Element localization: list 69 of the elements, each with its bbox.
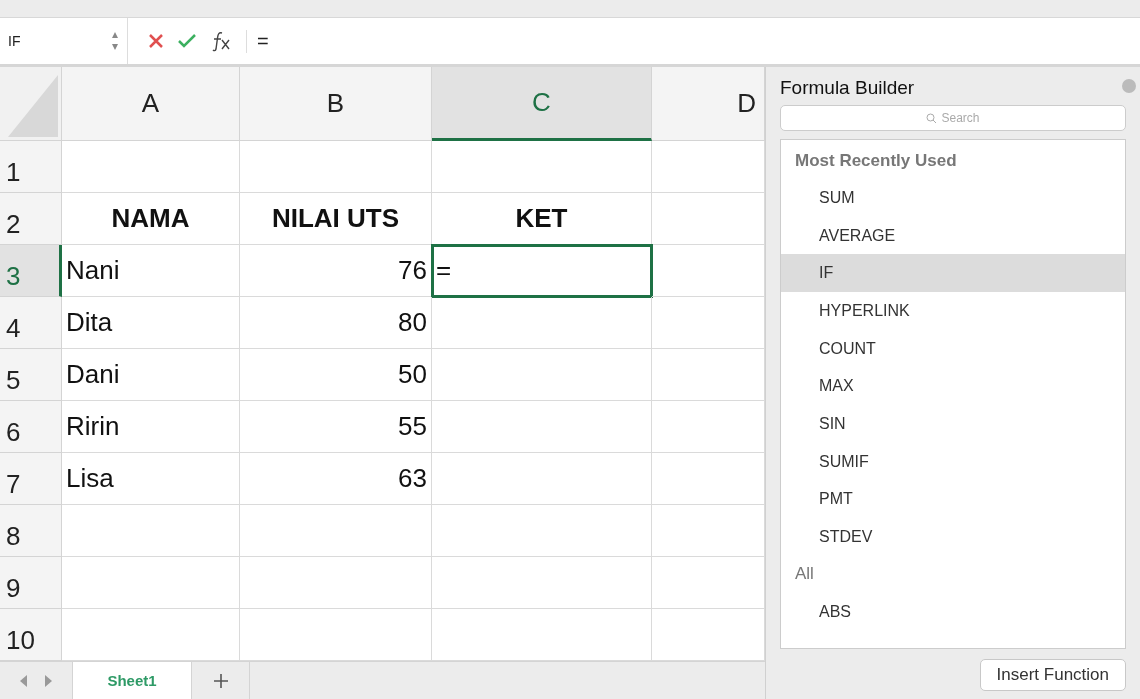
plus-icon [213, 673, 228, 688]
row-header[interactable]: 4 [0, 297, 62, 349]
table-cell[interactable]: Dani [62, 349, 240, 401]
row-header[interactable]: 7 [0, 453, 62, 505]
function-item[interactable]: AVERAGE [781, 216, 1125, 255]
row-header[interactable]: 9 [0, 557, 62, 609]
table-cell[interactable] [240, 141, 432, 193]
table-cell[interactable] [62, 505, 240, 557]
row-header[interactable]: 8 [0, 505, 62, 557]
table-cell[interactable]: NILAI UTS [240, 193, 432, 245]
table-cell[interactable] [432, 505, 652, 557]
table-cell[interactable]: 76 [240, 245, 432, 297]
table-cell[interactable] [62, 557, 240, 609]
function-item[interactable]: SUM [781, 179, 1125, 217]
table-cell[interactable] [240, 505, 432, 557]
search-icon [926, 112, 938, 124]
insert-function-button[interactable]: Insert Function [979, 659, 1126, 691]
table-cell[interactable] [62, 141, 240, 193]
active-cell[interactable]: = [432, 245, 652, 297]
table-cell[interactable]: NAMA [62, 193, 240, 245]
select-all-corner[interactable] [0, 67, 62, 141]
table-cell[interactable]: KET [432, 193, 652, 245]
table-cell[interactable]: Dita [62, 297, 240, 349]
row-header[interactable]: 2 [0, 193, 62, 245]
scroll-right-icon[interactable] [44, 674, 52, 687]
table-cell[interactable]: 50 [240, 349, 432, 401]
function-item[interactable]: MAX [781, 367, 1125, 406]
table-cell[interactable]: Nani [62, 245, 240, 297]
row-header[interactable]: 3 [0, 245, 62, 297]
close-icon[interactable] [1122, 79, 1136, 93]
cancel-icon[interactable] [148, 33, 164, 49]
function-item[interactable]: HYPERLINK [781, 292, 1125, 330]
check-icon[interactable] [178, 34, 196, 48]
name-box[interactable]: IF [0, 18, 128, 64]
category-label: Most Recently Used [794, 149, 958, 172]
function-item[interactable]: ABS [781, 592, 1125, 631]
row-header[interactable]: 10 [0, 609, 62, 661]
column-header[interactable]: A [62, 67, 240, 141]
function-item[interactable]: COUNT [781, 329, 1125, 368]
table-cell[interactable]: Lisa [62, 453, 240, 505]
column-header[interactable]: C [432, 67, 652, 141]
table-cell[interactable]: 55 [240, 401, 432, 453]
table-cell[interactable] [432, 141, 652, 193]
function-item[interactable]: SUMIF [781, 442, 1125, 481]
table-cell[interactable]: Ririn [62, 401, 240, 453]
formula-input[interactable]: = [246, 29, 269, 53]
row-header[interactable]: 6 [0, 401, 62, 453]
table-cell[interactable] [240, 557, 432, 609]
table-cell[interactable] [432, 557, 652, 609]
sheet-tab[interactable]: Sheet1 [72, 662, 192, 699]
table-cell[interactable] [432, 297, 652, 349]
stepper-icon[interactable] [111, 31, 119, 51]
panel-title: Formula Builder [780, 77, 916, 99]
function-item[interactable]: SIN [781, 405, 1125, 443]
row-header[interactable]: 5 [0, 349, 62, 401]
function-item[interactable]: PMT [781, 480, 1125, 519]
table-cell[interactable] [432, 349, 652, 401]
scroll-left-icon[interactable] [20, 674, 28, 687]
function-item[interactable]: STDEV [781, 518, 1125, 556]
table-cell[interactable]: 63 [240, 453, 432, 505]
function-item[interactable]: IF [781, 254, 1125, 293]
category-label: All [794, 563, 815, 586]
column-header[interactable]: B [240, 67, 432, 141]
table-cell[interactable]: 80 [240, 297, 432, 349]
table-cell[interactable] [432, 401, 652, 453]
row-header[interactable]: 1 [0, 141, 62, 193]
column-header[interactable]: D [652, 67, 765, 141]
function-icon[interactable] [210, 30, 232, 52]
table-cell[interactable] [432, 453, 652, 505]
